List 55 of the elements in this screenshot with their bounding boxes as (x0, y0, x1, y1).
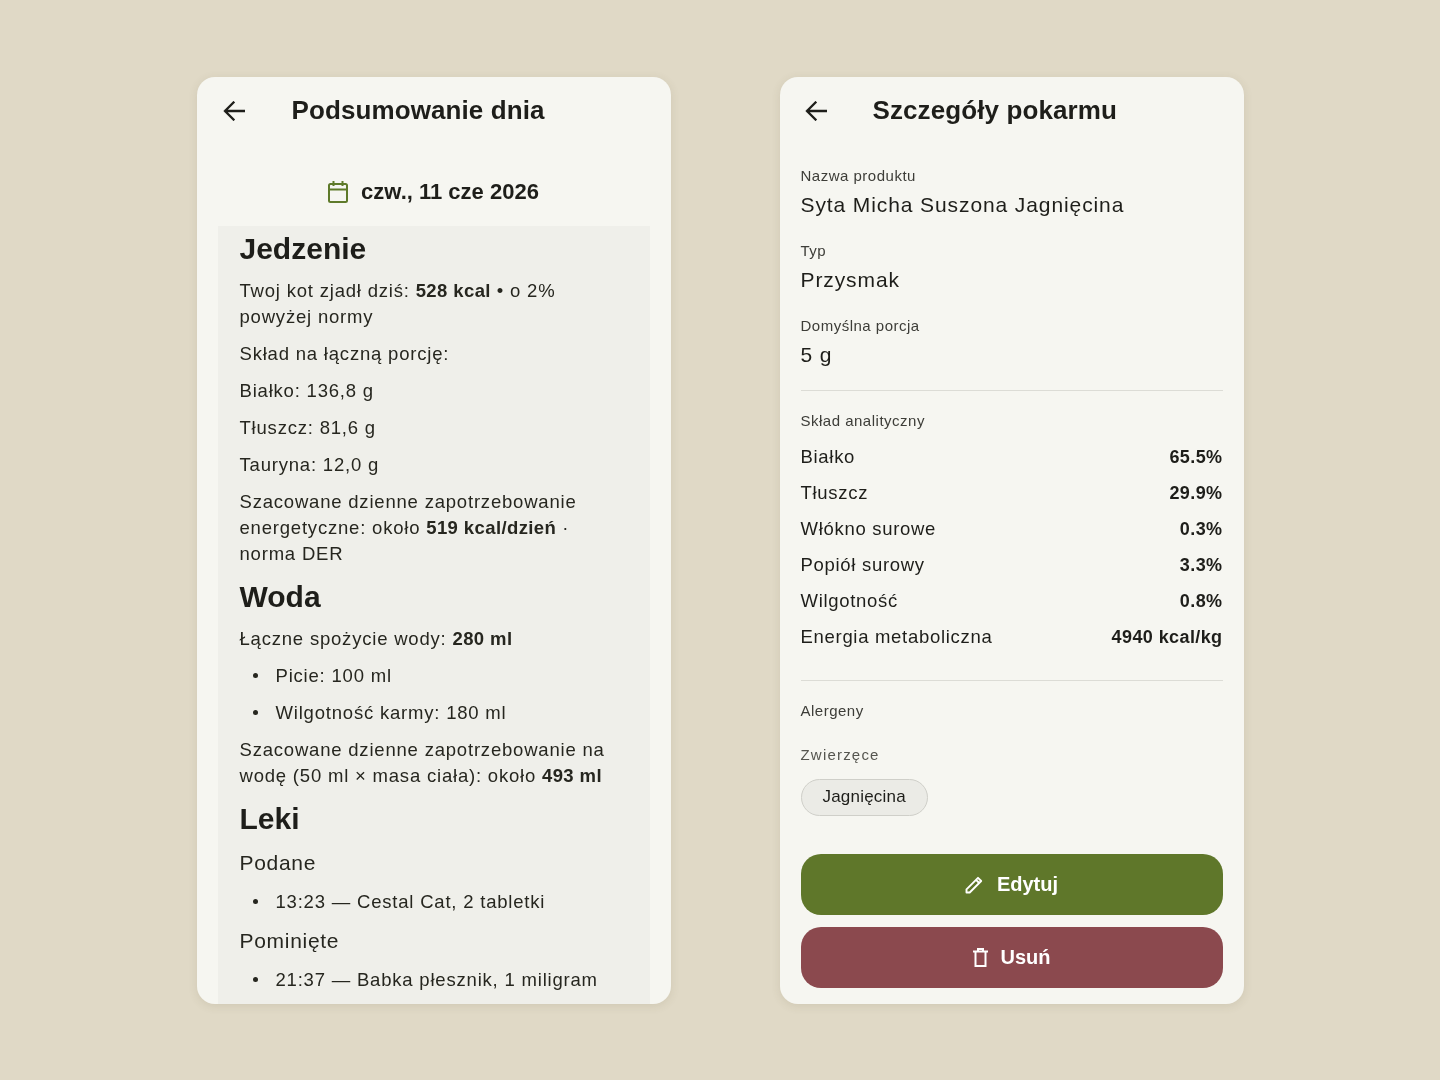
date-label: czw., 11 cze 2026 (361, 178, 539, 205)
back-button[interactable] (804, 100, 827, 121)
summary-text: Łączne spożycie wody: 280 ml (239, 626, 514, 651)
nutrient-name: Energia metaboliczna (800, 624, 993, 649)
field-label: Domyślna porcja (800, 315, 921, 336)
section-heading: Leki (239, 800, 301, 837)
nutrient-value: 3.3% (1179, 553, 1223, 577)
list-item-text: 21:37 — Babka płesznik, 1 miligram (275, 967, 598, 992)
summary-text: Twoj kot zjadł dziś: 528 kcal • o 2% powyżej normy (239, 278, 557, 329)
summary-text: Białko: 136,8 g (239, 378, 375, 403)
pencil-icon (964, 874, 984, 894)
list-item-text: 13:23 — Cestal Cat, 2 tabletki (275, 889, 546, 914)
section-heading: Jedzenie (239, 230, 368, 267)
nutrient-name: Włókno surowe (800, 516, 937, 541)
back-button[interactable] (222, 100, 245, 121)
calendar-icon (328, 180, 349, 203)
list-item-text: Picie: 100 ml (275, 663, 392, 688)
field-value: Syta Micha Suszona Jagnięcina (800, 191, 1126, 218)
screen-title: Podsumowanie dnia (291, 95, 545, 126)
field-label: Nazwa produktu (800, 165, 917, 186)
field-label: Typ (800, 240, 828, 261)
back-arrow-icon (222, 100, 245, 121)
field-value: Przysmak (800, 266, 901, 293)
delete-button[interactable]: Usuń (800, 926, 1223, 988)
subsection-heading: Podane (239, 849, 318, 876)
summary-text: Szacowane dzienne zapotrzebowanie na wodę (50 ml × masa ciała): około 493 ml (239, 737, 606, 788)
nutrient-name: Białko (800, 444, 856, 469)
nutrient-value: 4940 kcal/kg (1111, 625, 1223, 649)
bullet-icon (252, 710, 258, 715)
bullet-icon (252, 977, 258, 982)
back-arrow-icon (804, 100, 827, 121)
section-label: Skład analityczny (800, 410, 926, 431)
edit-button[interactable]: Edytuj (800, 853, 1223, 915)
nutrient-name: Popiół surowy (800, 552, 925, 577)
nutrient-value: 29.9% (1169, 481, 1223, 505)
nutrient-value: 65.5% (1169, 445, 1223, 469)
nutrient-value: 0.3% (1179, 517, 1223, 541)
allergen-group-label: Zwierzęce (800, 744, 881, 765)
section-heading: Woda (239, 578, 322, 615)
section-label: Alergeny (800, 700, 865, 721)
nutrient-name: Wilgotność (800, 588, 898, 613)
field-value: 5 g (800, 341, 834, 368)
nutrient-value: 0.8% (1179, 589, 1223, 613)
summary-text: Tauryna: 12,0 g (239, 452, 381, 477)
list-item-text: Wilgotność karmy: 180 ml (275, 700, 507, 725)
subsection-heading: Pominięte (239, 927, 341, 954)
summary-text: Szacowane dzienne zapotrzebowanie energetyczne: około 519 kcal/dzień · norma DER (239, 489, 578, 566)
summary-text: Skład na łączną porcję: (239, 341, 451, 366)
nutrient-name: Tłuszcz (800, 480, 869, 505)
summary-text: Tłuszcz: 81,6 g (239, 415, 377, 440)
bullet-icon (252, 673, 258, 678)
screen-title: Szczegóły pokarmu (872, 95, 1117, 126)
bullet-icon (252, 899, 258, 904)
trash-icon (972, 947, 988, 967)
allergen-chip: Jagnięcina (800, 778, 928, 816)
